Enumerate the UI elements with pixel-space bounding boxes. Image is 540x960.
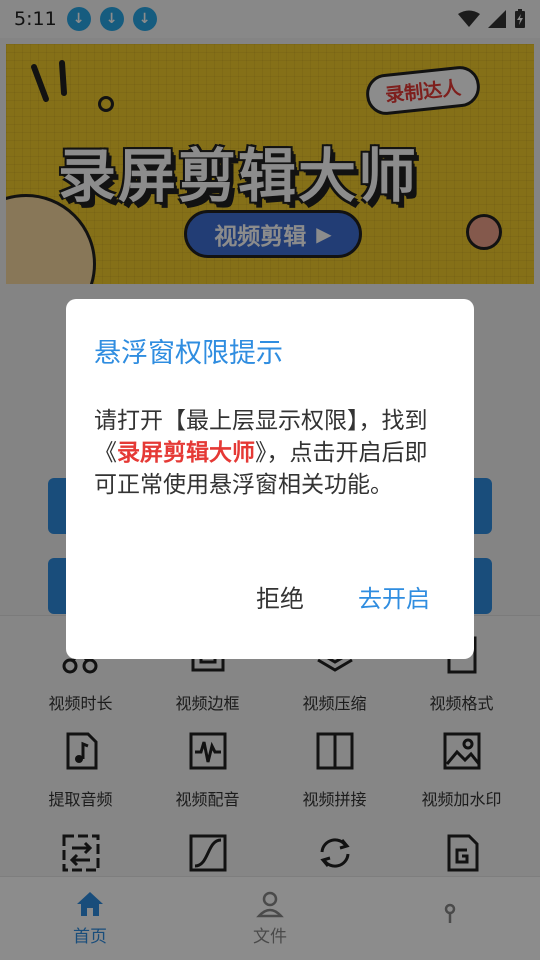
dialog-message: 请打开【最上层显示权限】，找到《录屏剪辑大师》，点击开启后即可正常使用悬浮窗相关… — [94, 405, 444, 501]
enable-button[interactable]: 去开启 — [358, 579, 430, 614]
dialog-app-name: 录屏剪辑大师 — [117, 440, 255, 466]
dialog-title: 悬浮窗权限提示 — [94, 338, 283, 369]
permission-dialog: 悬浮窗权限提示 请打开【最上层显示权限】，找到《录屏剪辑大师》，点击开启后即可正… — [66, 299, 474, 659]
reject-button[interactable]: 拒绝 — [256, 579, 304, 614]
